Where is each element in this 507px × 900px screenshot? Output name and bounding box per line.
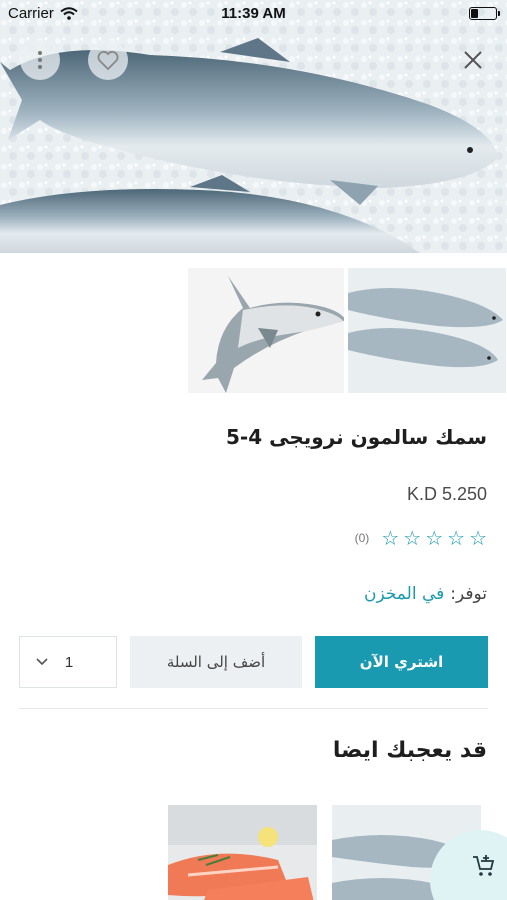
related-products-title: قد يعجبك ايضا: [332, 738, 487, 763]
buy-now-button[interactable]: اشتري الآن: [315, 636, 488, 688]
star-icon: ☆: [425, 526, 444, 550]
star-icon: ☆: [469, 526, 487, 550]
rating-count: (0): [354, 531, 370, 545]
more-vertical-icon: [38, 51, 42, 69]
battery-level: [471, 9, 478, 18]
star-icon: ☆: [403, 526, 422, 550]
availability: توفر: في المخزن: [364, 584, 487, 604]
cart-add-icon: [473, 855, 495, 876]
add-to-cart-button[interactable]: أضف إلى السلة: [130, 636, 302, 688]
quantity-value: 1: [64, 653, 74, 671]
jumping-salmon-image: [188, 268, 344, 393]
status-bar: Carrier 11:39 AM: [0, 0, 507, 28]
star-icon: ☆: [447, 526, 466, 550]
favorite-button[interactable]: [88, 40, 128, 80]
close-button[interactable]: [453, 40, 493, 80]
salmon-fillet-image: [168, 805, 317, 900]
rating-stars: ☆ ☆ ☆ ☆ ☆: [381, 528, 487, 548]
availability-label: توفر:: [450, 584, 487, 604]
product-title: سمك سالمون نرويجى 4-5: [226, 425, 487, 449]
clock: 11:39 AM: [221, 5, 286, 22]
star-icon: ☆: [381, 526, 400, 550]
thumbnail-jumping-salmon[interactable]: [188, 268, 344, 393]
section-divider: [19, 708, 488, 709]
salmon-on-ice-image: [0, 0, 507, 253]
more-options-button[interactable]: [20, 40, 60, 80]
product-price: K.D 5.250: [406, 484, 487, 504]
chevron-down-icon: [36, 658, 48, 666]
quantity-selector[interactable]: 1: [19, 636, 117, 688]
product-rating: (0) ☆ ☆ ☆ ☆ ☆: [355, 528, 487, 548]
thumbnail-salmon-on-ice[interactable]: [348, 268, 506, 393]
close-icon: [464, 51, 482, 69]
availability-status: في المخزن: [363, 584, 445, 604]
battery-icon: [469, 7, 500, 20]
image-thumbnails: [188, 268, 506, 393]
salmon-on-ice-thumbnail: [348, 268, 506, 393]
related-product-card[interactable]: [168, 805, 317, 900]
heart-icon: [97, 51, 119, 71]
product-hero-image[interactable]: [0, 0, 507, 253]
